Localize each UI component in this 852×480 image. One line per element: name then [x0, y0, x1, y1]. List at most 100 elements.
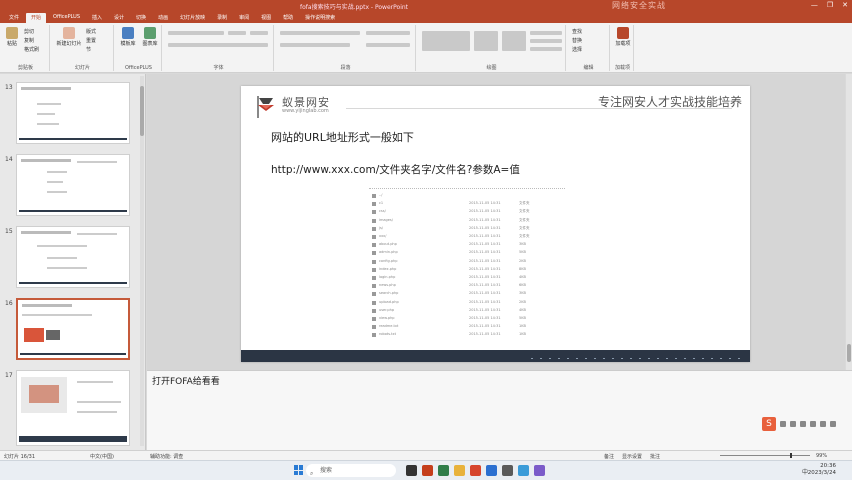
app-icon[interactable] [502, 465, 513, 476]
find-button[interactable]: 查找 [572, 28, 582, 35]
shapes-gallery[interactable] [422, 31, 470, 51]
notes-pane[interactable]: 打开FOFA给看看 S [147, 370, 852, 450]
listing-size: 4KB [519, 307, 526, 312]
app-icon[interactable] [534, 465, 545, 476]
slide-counter: 幻灯片 16/31 [4, 454, 35, 460]
layout-button[interactable]: 版式 [86, 28, 96, 35]
keyboard-icon[interactable] [810, 421, 816, 427]
group-label: 加载项 [614, 65, 630, 71]
zoom-level[interactable]: 99% [816, 453, 827, 459]
shape-fill-button[interactable] [530, 31, 562, 35]
tab-record[interactable]: 录制 [212, 13, 232, 23]
comments-button[interactable]: 批注 [650, 453, 660, 460]
language-indicator[interactable]: 中文(中国) [90, 453, 114, 460]
listing-name: view.php [379, 316, 395, 320]
chart-icon [144, 27, 156, 39]
tab-slideshow[interactable]: 幻灯片放映 [175, 13, 210, 23]
new-slide-button[interactable]: 新建幻灯片 [56, 27, 82, 47]
copy-button[interactable]: 复制 [24, 37, 34, 44]
font-style-buttons[interactable] [168, 43, 268, 47]
shape-effects-button[interactable] [530, 47, 562, 51]
font-name-select[interactable] [168, 31, 224, 35]
listing-name: readme.txt [379, 324, 399, 329]
align-buttons[interactable] [280, 43, 350, 47]
system-clock[interactable]: 20:36 2023/3/24 [808, 463, 836, 477]
slide-thumbnail[interactable] [16, 154, 130, 216]
slide-scrollbar[interactable] [846, 74, 852, 370]
windows-start-icon[interactable] [294, 465, 304, 475]
arrange-button[interactable] [474, 31, 498, 51]
listing-size: 3KB [519, 242, 526, 247]
reset-button[interactable]: 重置 [86, 37, 96, 44]
notes-toggle-button[interactable]: 备注 [604, 453, 614, 460]
app-icon[interactable] [486, 465, 497, 476]
notes-text[interactable]: 打开FOFA给看看 [152, 374, 220, 387]
list-buttons[interactable] [280, 31, 360, 35]
close-button[interactable]: ✕ [842, 1, 848, 9]
file-icon [372, 325, 376, 330]
listing-date: 2015-11-05 14:31 [469, 332, 501, 337]
punctuation-icon[interactable] [790, 421, 796, 427]
listing-name: user.php [379, 307, 395, 312]
tab-animations[interactable]: 动画 [153, 13, 173, 23]
sogou-icon[interactable]: S [762, 417, 776, 431]
task-view-icon[interactable] [406, 465, 417, 476]
browser-icon[interactable] [470, 465, 481, 476]
grid-icon[interactable] [830, 421, 836, 427]
thumbnail-row[interactable]: 13 [0, 80, 145, 146]
tab-home[interactable]: 开始 [26, 13, 47, 23]
taskbar-search[interactable]: ⌕ 搜索 [306, 464, 396, 477]
paste-button[interactable]: 粘贴 [4, 27, 20, 47]
tab-help[interactable]: 帮助 [278, 13, 298, 23]
slide-thumbnail-selected[interactable] [16, 298, 130, 360]
tab-design[interactable]: 设计 [109, 13, 129, 23]
text-direction-buttons[interactable] [366, 31, 410, 35]
skin-icon[interactable] [820, 421, 826, 427]
chart-library-button[interactable]: 图表库 [140, 27, 160, 47]
tab-review[interactable]: 审阅 [234, 13, 254, 23]
format-painter-button[interactable]: 格式刷 [24, 46, 39, 53]
minimize-button[interactable]: — [811, 1, 818, 9]
thumbnail-row[interactable]: 14 [0, 152, 145, 218]
app-icon[interactable] [518, 465, 529, 476]
thumbnail-row[interactable]: 17 [0, 368, 145, 448]
slide-thumbnail[interactable] [16, 370, 130, 446]
tab-officeplus[interactable]: OfficePLUS [48, 13, 85, 23]
tab-transitions[interactable]: 切换 [131, 13, 151, 23]
zoom-slider[interactable] [720, 453, 810, 458]
listing-name: robots.txt [379, 332, 396, 337]
replace-button[interactable]: 替换 [572, 37, 582, 44]
tab-insert[interactable]: 插入 [87, 13, 107, 23]
group-clipboard: 粘贴 剪切 复制 格式刷 剪贴板 [2, 25, 50, 71]
tab-file[interactable]: 文件 [4, 13, 24, 23]
thumbnail-scrollbar[interactable] [140, 76, 144, 446]
font-grow-shrink[interactable] [250, 31, 268, 35]
thumbnail-row[interactable]: 16 [0, 296, 145, 362]
tab-view[interactable]: 视图 [256, 13, 276, 23]
ime-mode-icon[interactable] [780, 421, 786, 427]
quick-styles-button[interactable] [502, 31, 526, 51]
microphone-icon[interactable] [800, 421, 806, 427]
maximize-button[interactable]: ❐ [827, 1, 833, 9]
window-title: fofa搜索技巧与实战.pptx - PowerPoint [300, 4, 409, 11]
font-size-select[interactable] [228, 31, 246, 35]
smartart-button[interactable] [366, 43, 410, 47]
file-icon [372, 194, 376, 198]
file-explorer-icon[interactable] [454, 465, 465, 476]
slide-thumbnail[interactable] [16, 226, 130, 288]
display-settings-button[interactable]: 显示设置 [622, 453, 642, 460]
shape-outline-button[interactable] [530, 39, 562, 43]
tell-me-search[interactable]: 操作说明搜索 [300, 13, 340, 23]
section-button[interactable]: 节 [86, 46, 91, 53]
thumbnail-row[interactable]: 15 [0, 224, 145, 290]
accessibility-status[interactable]: 辅助功能: 调查 [150, 453, 183, 460]
current-slide[interactable]: 蚁景网安 www.yijinglab.com 专注网安人才实战技能培养 网站的U… [241, 86, 750, 362]
select-button[interactable]: 选择 [572, 46, 582, 53]
slide-thumbnail[interactable] [16, 82, 130, 144]
listing-date: 2015-11-05 14:31 [469, 217, 501, 222]
addins-button[interactable]: 加载项 [614, 27, 632, 47]
template-library-button[interactable]: 模板库 [118, 27, 138, 47]
powerpoint-icon[interactable] [422, 465, 433, 476]
wechat-icon[interactable] [438, 465, 449, 476]
cut-button[interactable]: 剪切 [24, 28, 34, 35]
